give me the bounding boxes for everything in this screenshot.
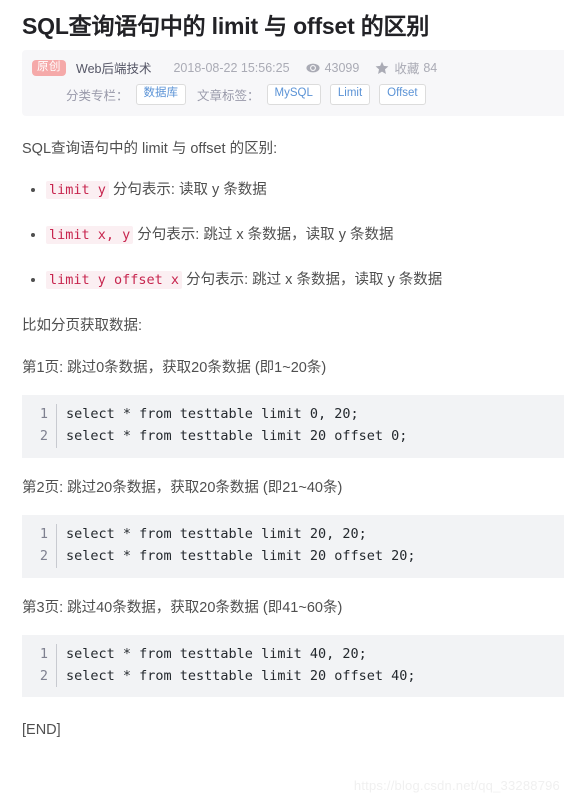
line-number: 1 [22, 403, 57, 426]
tag-chip-mysql[interactable]: MySQL [266, 84, 321, 106]
list-item: limit y offset x 分句表示: 跳过 x 条数据，读取 y 条数据 [46, 269, 554, 292]
page-2-label: 第2页: 跳过20条数据，获取20条数据 (即21~40条) [22, 479, 343, 496]
page-title: SQL查询语句中的 limit 与 offset 的区别 [22, 13, 430, 39]
page-1-label: 第1页: 跳过0条数据，获取20条数据 (即1~20条) [22, 359, 327, 376]
article-body: SQL查询语句中的 limit 与 offset 的区别: limit y 分句… [0, 138, 564, 743]
list-item: limit x, y 分句表示: 跳过 x 条数据，读取 y 条数据 [46, 224, 554, 247]
author-name[interactable]: Web后端技术 [76, 58, 151, 77]
code-line: 1 select * from testtable limit 40, 20; [22, 643, 564, 666]
code-text: select * from testtable limit 20 offset … [66, 667, 416, 684]
definition-list: limit y 分句表示: 读取 y 条数据 limit x, y 分句表示: … [22, 179, 554, 293]
line-number: 2 [22, 665, 57, 688]
list-item: limit y 分句表示: 读取 y 条数据 [46, 179, 554, 202]
code-text: select * from testtable limit 0, 20; [66, 405, 359, 422]
list-item-text: 分句表示: 读取 y 条数据 [108, 181, 267, 198]
tags-label: 文章标签： [197, 89, 260, 104]
eye-icon [306, 61, 320, 75]
inline-code: limit y [46, 180, 109, 199]
code-text: select * from testtable limit 40, 20; [66, 645, 367, 662]
favorite-label: 收藏 [394, 62, 420, 77]
code-line: 2 select * from testtable limit 20 offse… [22, 425, 564, 448]
code-block-page-1[interactable]: 1 select * from testtable limit 0, 20; 2… [22, 394, 564, 458]
code-text: select * from testtable limit 20 offset … [66, 547, 416, 564]
inline-code: limit y offset x [46, 271, 183, 290]
code-text: select * from testtable limit 20, 20; [66, 525, 367, 542]
paging-intro-paragraph: 比如分页获取数据: [22, 317, 143, 334]
original-badge: 原创 [32, 59, 66, 76]
column-label: 分类专栏： [66, 89, 129, 104]
publish-date: 2018-08-22 15:56:25 [173, 60, 290, 75]
favorite-stat[interactable]: 收藏 84 [375, 58, 437, 77]
page-3-label: 第3页: 跳过40条数据，获取20条数据 (即41~60条) [22, 599, 343, 616]
list-item-text: 分句表示: 跳过 x 条数据，读取 y 条数据 [133, 227, 394, 244]
line-number: 2 [22, 425, 57, 448]
code-line: 1 select * from testtable limit 0, 20; [22, 403, 564, 426]
article-meta-band: 原创 Web后端技术 2018-08-22 15:56:25 43099 收藏 … [22, 49, 564, 116]
star-icon [375, 61, 389, 75]
code-line: 2 select * from testtable limit 20 offse… [22, 545, 564, 568]
column-chip-database[interactable]: 数据库 [135, 84, 187, 106]
article-tag-row: 分类专栏： 数据库 文章标签： MySQL Limit Offset [22, 82, 564, 108]
view-count-value: 43099 [324, 60, 360, 75]
article-page: SQL查询语句中的 limit 与 offset 的区别 原创 Web后端技术 … [0, 0, 564, 798]
favorite-count-value: 84 [423, 60, 438, 75]
view-count-stat: 43099 [306, 60, 360, 75]
code-line: 2 select * from testtable limit 20 offse… [22, 665, 564, 688]
code-text: select * from testtable limit 20 offset … [66, 427, 408, 444]
tag-chip-offset[interactable]: Offset [379, 84, 426, 106]
article-meta-row: 原创 Web后端技术 2018-08-22 15:56:25 43099 收藏 … [22, 56, 564, 80]
watermark: https://blog.csdn.net/qq_33288796 [353, 778, 560, 793]
code-line: 1 select * from testtable limit 20, 20; [22, 523, 564, 546]
code-block-page-3[interactable]: 1 select * from testtable limit 40, 20; … [22, 634, 564, 698]
list-item-text: 分句表示: 跳过 x 条数据，读取 y 条数据 [182, 272, 443, 289]
code-block-page-2[interactable]: 1 select * from testtable limit 20, 20; … [22, 514, 564, 578]
tag-chip-limit[interactable]: Limit [329, 84, 371, 106]
line-number: 1 [22, 643, 57, 666]
intro-paragraph: SQL查询语句中的 limit 与 offset 的区别: [22, 140, 278, 157]
line-number: 2 [22, 545, 57, 568]
end-marker: [END] [22, 722, 61, 739]
line-number: 1 [22, 523, 57, 546]
inline-code: limit x, y [46, 226, 134, 245]
